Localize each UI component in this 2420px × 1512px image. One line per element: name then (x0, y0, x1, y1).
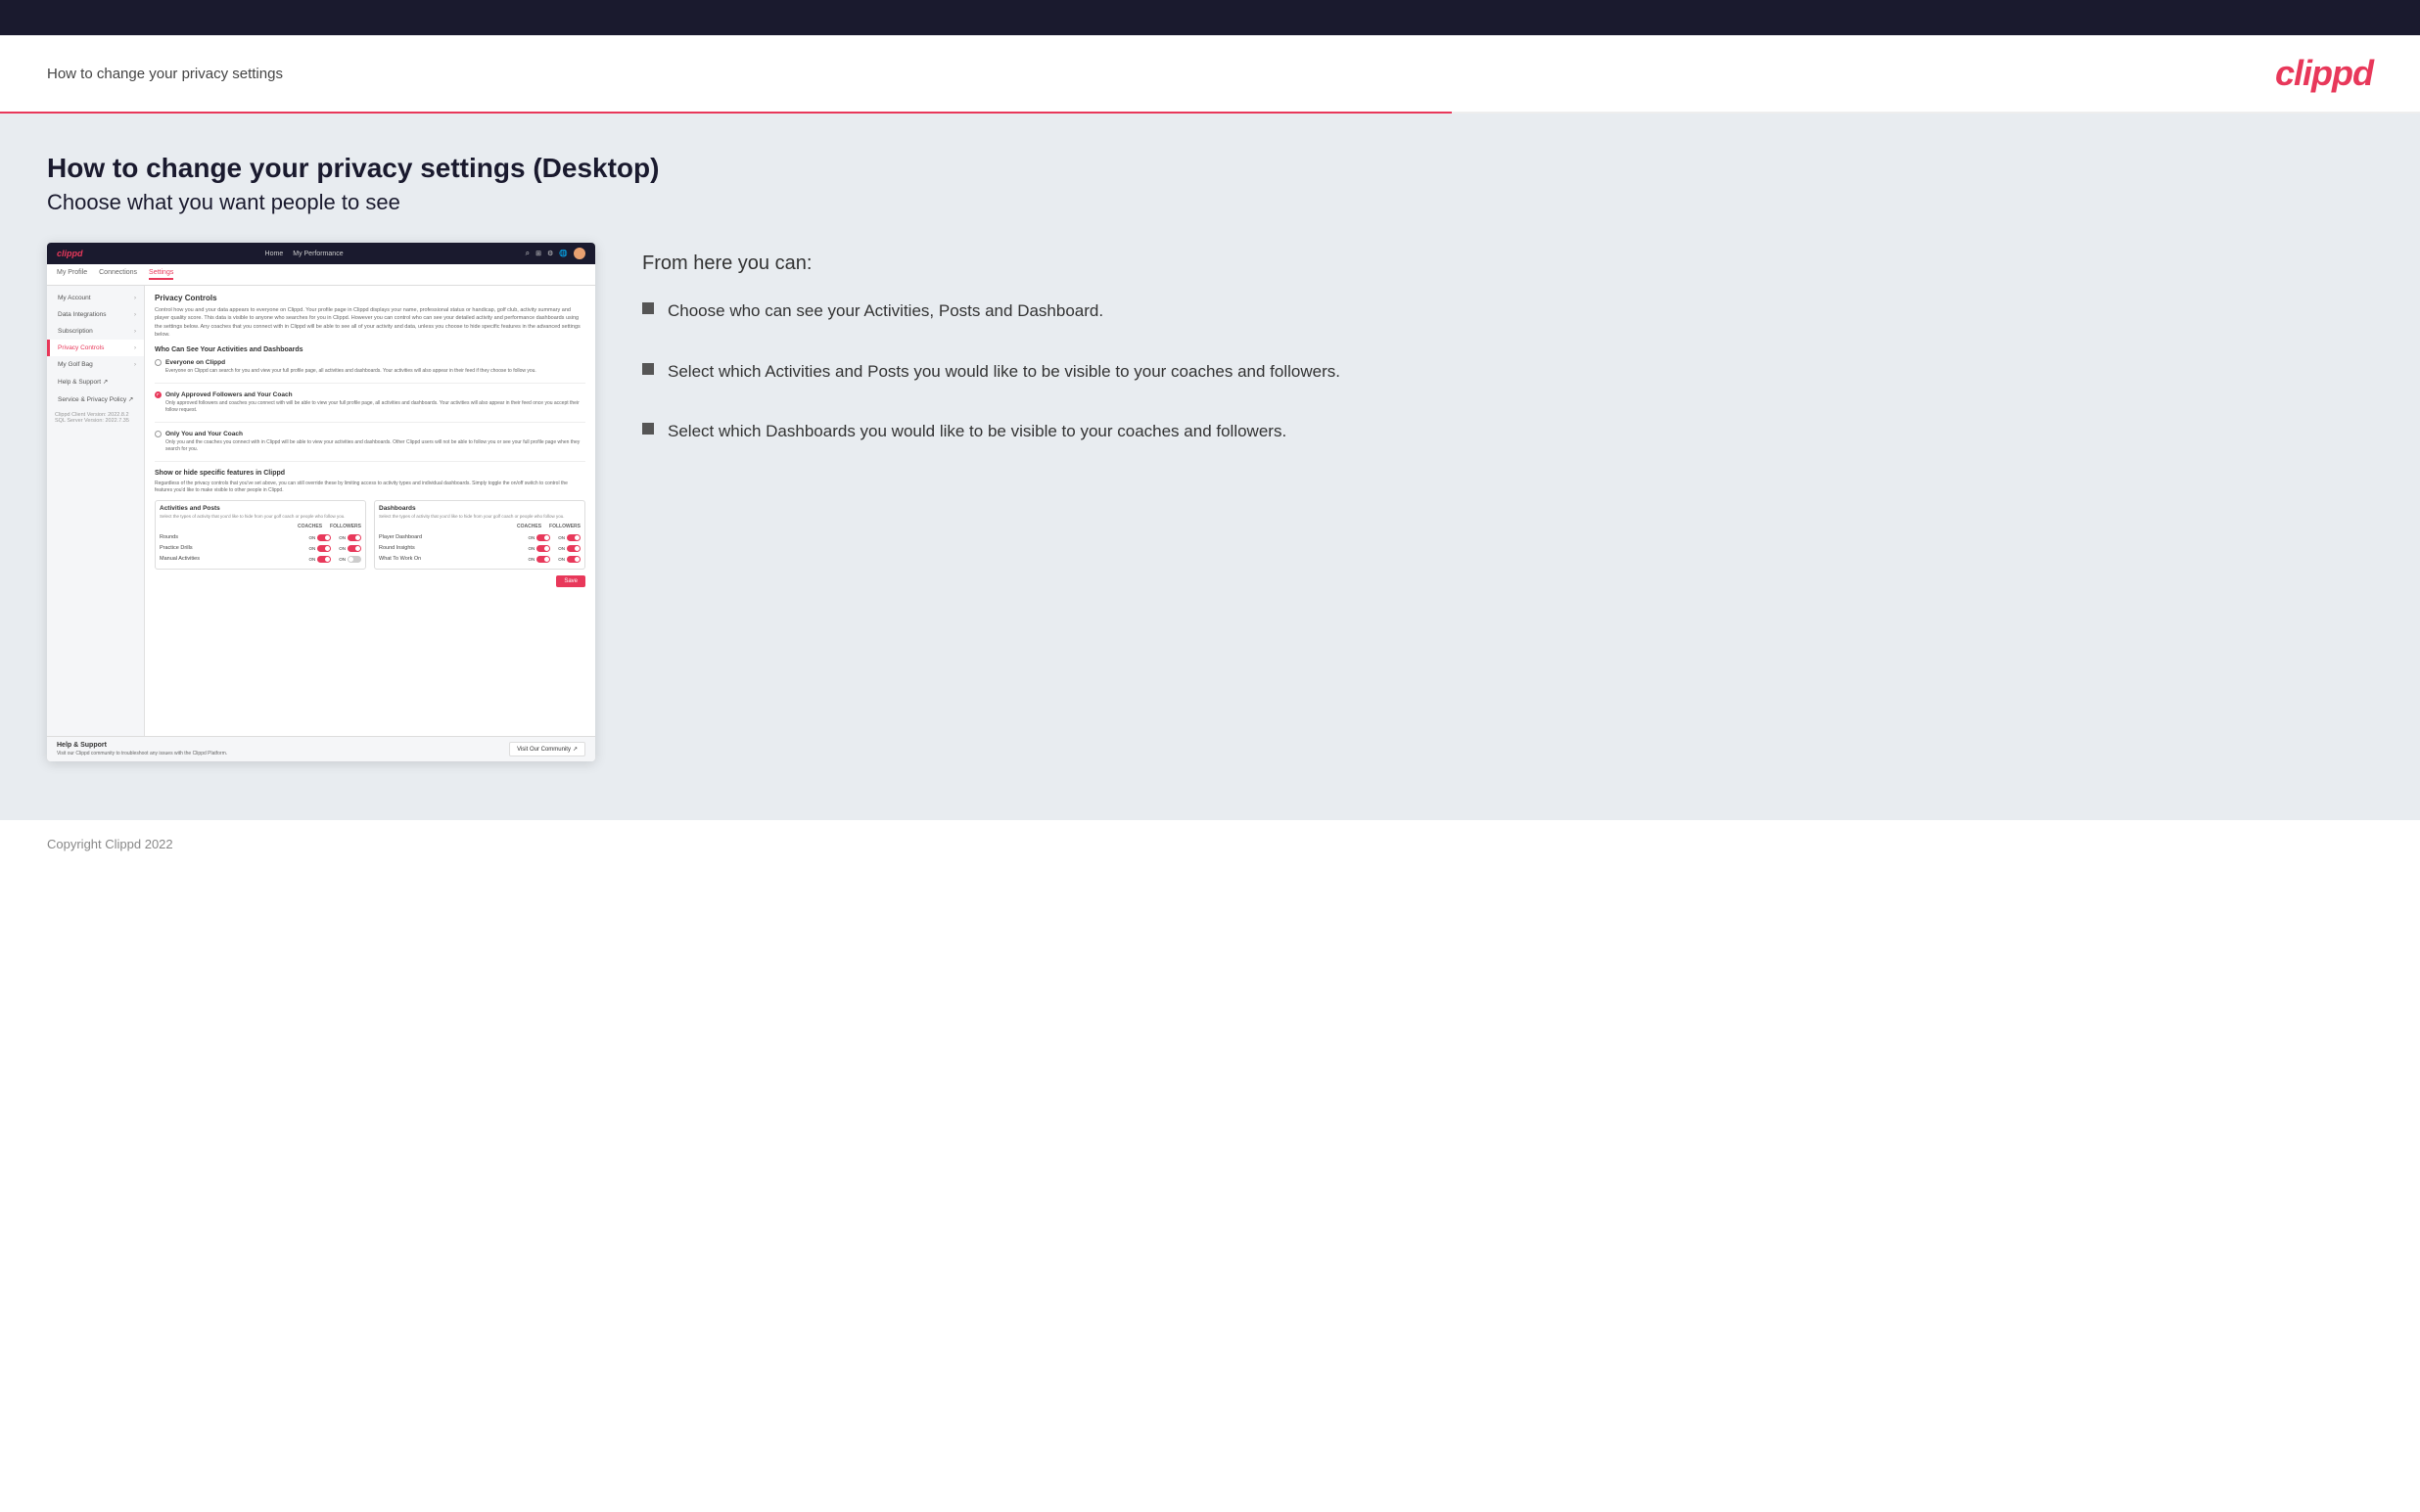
page-heading: How to change your privacy settings (Des… (47, 153, 2373, 184)
mock-tab-settings: Settings (149, 269, 173, 280)
mock-show-hide-title: Show or hide specific features in Clippd (155, 470, 585, 477)
mock-toggle-rounds: Rounds ON ON (160, 532, 361, 543)
mock-dashboards-desc: Select the types of activity that you'd … (379, 514, 581, 520)
mock-app: clippd Home My Performance ⌕ ⊞ ⚙ 🌐 (47, 243, 595, 761)
mock-sidebar-golf-bag: My Golf Bag› (47, 356, 144, 373)
mock-toggle-round-insights: Round Insights ON ON (379, 543, 581, 554)
mock-toggle-what-to-work-on: What To Work On ON ON (379, 554, 581, 565)
mock-radio-dot-everyone (155, 359, 162, 366)
mock-radio-followers: Only Approved Followers and Your Coach O… (155, 391, 585, 423)
mock-radio-only-you: Only You and Your Coach Only you and the… (155, 431, 585, 462)
mock-radio-dot-only-you (155, 431, 162, 437)
mock-radio-everyone-desc: Everyone on Clippd can search for you an… (165, 368, 585, 375)
bullet-icon-1 (642, 302, 654, 314)
mock-activities-desc: Select the types of activity that you'd … (160, 514, 361, 520)
mock-sub-nav: My Profile Connections Settings (47, 264, 595, 286)
bullet-text-1: Choose who can see your Activities, Post… (668, 298, 1103, 324)
right-content: From here you can: Choose who can see yo… (642, 243, 2373, 480)
page-subheading: Choose what you want people to see (47, 190, 2373, 215)
mock-radio-followers-desc: Only approved followers and coaches you … (165, 400, 585, 414)
mock-sidebar-privacy-controls: Privacy Controls› (47, 340, 144, 356)
mock-dashboards-header: COACHES FOLLOWERS (379, 524, 581, 529)
bullet-text-3: Select which Dashboards you would like t… (668, 419, 1286, 444)
mock-save-row: Save (155, 575, 585, 587)
bullet-text-2: Select which Activities and Posts you wo… (668, 359, 1340, 385)
mock-nav-home: Home (265, 251, 284, 257)
mock-search-icon: ⌕ (526, 249, 530, 258)
mock-settings-icon: ⚙ (547, 250, 553, 257)
mock-nav-links: Home My Performance (265, 251, 344, 257)
header: How to change your privacy settings clip… (0, 35, 2420, 112)
mock-nav-icons: ⌕ ⊞ ⚙ 🌐 (526, 248, 585, 259)
mock-sidebar-help: Help & Support ↗ (47, 373, 144, 390)
mock-help-bar: Help & Support Visit our Clippd communit… (47, 736, 595, 761)
mock-help-title: Help & Support (57, 742, 227, 749)
mock-dashboards-panel: Dashboards Select the types of activity … (374, 500, 585, 570)
mock-sidebar-data-integrations: Data Integrations› (47, 306, 144, 323)
mock-toggles-section: Activities and Posts Select the types of… (155, 500, 585, 570)
mock-nav-bar: clippd Home My Performance ⌕ ⊞ ⚙ 🌐 (47, 243, 595, 264)
bullet-item-2: Select which Activities and Posts you wo… (642, 359, 2373, 385)
screenshot-container: clippd Home My Performance ⌕ ⊞ ⚙ 🌐 (47, 243, 595, 761)
content-layout: clippd Home My Performance ⌕ ⊞ ⚙ 🌐 (47, 243, 2373, 761)
mock-radio-only-you-desc: Only you and the coaches you connect wit… (165, 439, 585, 453)
bullet-list: Choose who can see your Activities, Post… (642, 298, 2373, 444)
bullet-icon-2 (642, 363, 654, 375)
footer-text: Copyright Clippd 2022 (47, 837, 173, 851)
mock-privacy-controls-desc: Control how you and your data appears to… (155, 306, 585, 339)
mock-body: My Account› Data Integrations› Subscript… (47, 286, 595, 736)
mock-radio-everyone-label: Everyone on Clippd (165, 359, 225, 366)
main-content: How to change your privacy settings (Des… (0, 114, 2420, 820)
mock-globe-icon: 🌐 (559, 250, 568, 257)
mock-activities-header: COACHES FOLLOWERS (160, 524, 361, 529)
mock-save-button[interactable]: Save (556, 575, 585, 587)
mock-privacy-controls-title: Privacy Controls (155, 294, 585, 302)
mock-toggle-player-dashboard: Player Dashboard ON ON (379, 532, 581, 543)
mock-activities-panel: Activities and Posts Select the types of… (155, 500, 366, 570)
mock-toggle-manual-activities: Manual Activities ON ON (160, 554, 361, 565)
mock-main-content: Privacy Controls Control how you and you… (145, 286, 595, 736)
mock-show-hide-desc: Regardless of the privacy controls that … (155, 481, 585, 494)
mock-grid-icon: ⊞ (535, 250, 541, 257)
mock-sidebar: My Account› Data Integrations› Subscript… (47, 286, 145, 736)
mock-sidebar-my-account: My Account› (47, 290, 144, 306)
mock-radio-only-you-label: Only You and Your Coach (165, 431, 243, 437)
mock-nav-performance: My Performance (293, 251, 343, 257)
mock-tab-connections: Connections (99, 269, 137, 280)
bullet-item-1: Choose who can see your Activities, Post… (642, 298, 2373, 324)
mock-activities-title: Activities and Posts (160, 505, 361, 512)
logo: clippd (2275, 53, 2373, 94)
top-bar (0, 0, 2420, 35)
header-title: How to change your privacy settings (47, 66, 283, 82)
mock-tab-profile: My Profile (57, 269, 87, 280)
mock-logo: clippd (57, 249, 83, 258)
mock-avatar (574, 248, 585, 259)
mock-sidebar-privacy-policy: Service & Privacy Policy ↗ (47, 390, 144, 408)
mock-sidebar-subscription: Subscription› (47, 323, 144, 340)
mock-sidebar-footer: Clippd Client Version: 2022.8.2 SQL Serv… (47, 408, 144, 428)
mock-dashboards-title: Dashboards (379, 505, 581, 512)
from-here-title: From here you can: (642, 252, 2373, 275)
footer: Copyright Clippd 2022 (0, 820, 2420, 869)
mock-radio-dot-followers (155, 391, 162, 398)
mock-visit-community-button[interactable]: Visit Our Community ↗ (509, 742, 585, 756)
mock-radio-everyone: Everyone on Clippd Everyone on Clippd ca… (155, 359, 585, 384)
mock-help-desc: Visit our Clippd community to troublesho… (57, 751, 227, 756)
mock-radio-followers-label: Only Approved Followers and Your Coach (165, 391, 293, 398)
bullet-icon-3 (642, 423, 654, 435)
mock-who-can-see-title: Who Can See Your Activities and Dashboar… (155, 346, 585, 353)
mock-toggle-practice-drills: Practice Drills ON ON (160, 543, 361, 554)
bullet-item-3: Select which Dashboards you would like t… (642, 419, 2373, 444)
